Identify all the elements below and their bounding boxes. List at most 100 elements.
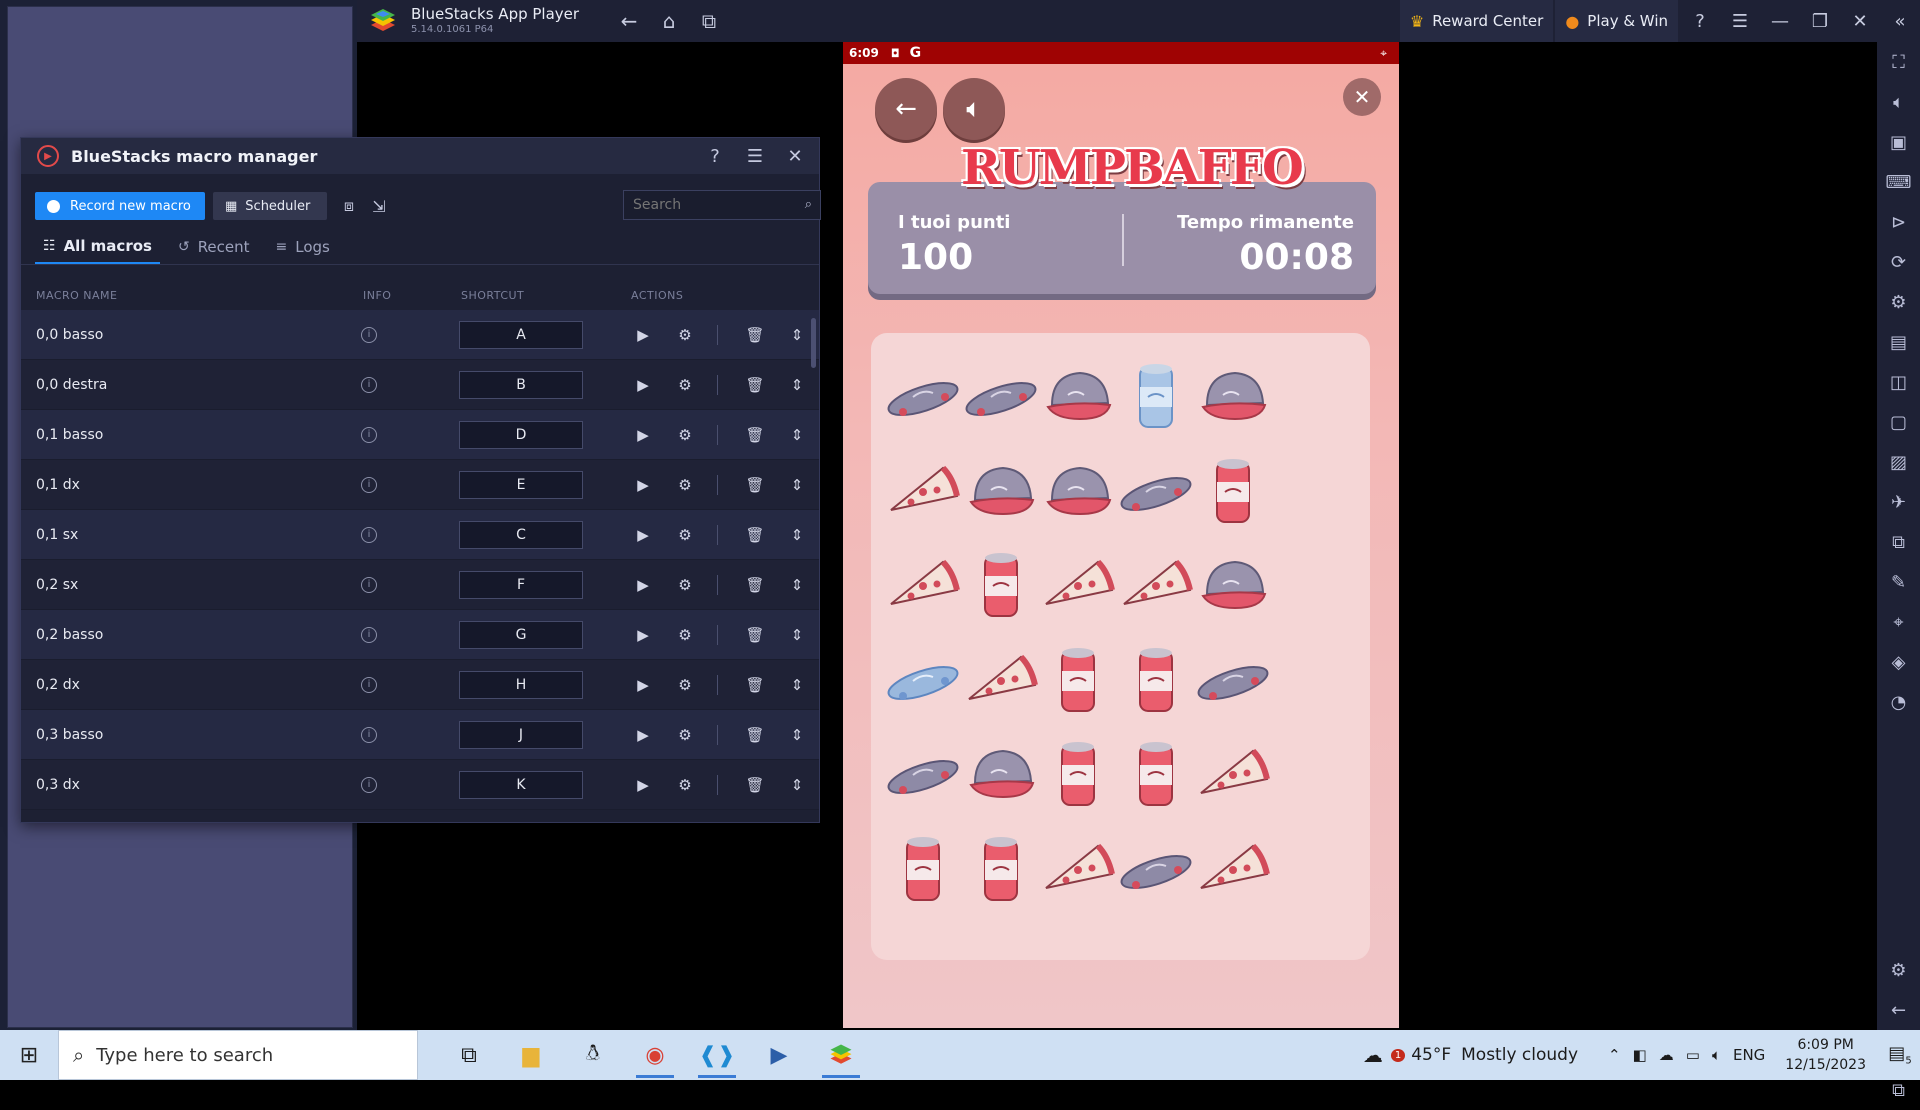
collapse-sidebar-icon[interactable]: «	[1880, 0, 1920, 42]
skateboard-icon[interactable]	[1193, 641, 1273, 721]
macro-play-icon[interactable]: ⊳	[1877, 202, 1920, 242]
settings-gear-icon[interactable]: ⚙	[675, 376, 695, 394]
delete-icon[interactable]: 🗑︎	[745, 726, 765, 744]
play-icon[interactable]: ▶	[633, 676, 653, 694]
macro-row[interactable]: 0,2 dx i H ▶ ⚙ 🗑︎ ⇕	[21, 660, 819, 710]
screenshot-icon[interactable]: ◫	[1877, 362, 1920, 402]
search-input[interactable]	[633, 197, 793, 213]
delete-icon[interactable]: 🗑︎	[745, 526, 765, 544]
import-macro-icon[interactable]: ⇲	[367, 194, 391, 218]
reorder-icon[interactable]: ⇕	[787, 626, 807, 644]
tab-all-macros[interactable]: ☷ All macros	[35, 230, 160, 264]
record-screen-icon[interactable]: ▢	[1877, 402, 1920, 442]
skateboard-icon[interactable]	[1116, 452, 1196, 532]
can-icon[interactable]	[961, 830, 1041, 910]
apk-icon[interactable]: ▤	[1877, 322, 1920, 362]
close-icon[interactable]: ✕	[1840, 0, 1880, 42]
scheduler-button[interactable]: ▦ Scheduler	[213, 192, 327, 220]
macro-row[interactable]: 0,3 dx i K ▶ ⚙ 🗑︎ ⇕	[21, 760, 819, 810]
macro-list-scrollbar[interactable]	[811, 318, 816, 368]
linux-penguin-icon[interactable]: 🐧︎	[562, 1030, 624, 1080]
play-icon[interactable]: ▶	[633, 576, 653, 594]
android-screen[interactable]: 6:09 ◘ G ⌖ ← 🔈︎ ✕ I tuoi punti 100 Tempo…	[843, 42, 1399, 1028]
chrome-icon[interactable]: ◉	[624, 1030, 686, 1080]
pizza-icon[interactable]	[961, 641, 1041, 721]
settings-gear-icon[interactable]: ⚙	[675, 476, 695, 494]
powershell-icon[interactable]: ▶	[748, 1030, 810, 1080]
pizza-icon[interactable]	[1193, 830, 1273, 910]
meet-icon[interactable]: ◧	[1633, 1046, 1647, 1064]
game-close-button[interactable]: ✕	[1343, 78, 1381, 116]
layers-icon[interactable]: ◈	[1877, 642, 1920, 682]
gallery-icon[interactable]: ▨	[1877, 442, 1920, 482]
reorder-icon[interactable]: ⇕	[787, 476, 807, 494]
game-board[interactable]	[871, 333, 1370, 960]
performance-icon[interactable]: ◔	[1877, 682, 1920, 722]
reorder-icon[interactable]: ⇕	[787, 776, 807, 794]
weather-widget[interactable]: ☁ 1 45°F Mostly cloudy	[1363, 1043, 1578, 1067]
shortcut-field[interactable]: B	[459, 370, 583, 399]
info-icon[interactable]: i	[361, 726, 377, 743]
can-icon[interactable]	[1116, 735, 1196, 815]
game-sound-button[interactable]: 🔈︎	[943, 78, 1005, 140]
file-explorer-icon[interactable]: ▆	[500, 1030, 562, 1080]
back-arrow-icon[interactable]: ←	[609, 0, 649, 42]
skateboard-icon[interactable]	[1116, 830, 1196, 910]
cap-icon[interactable]	[1193, 357, 1273, 437]
merge-macros-icon[interactable]: ⧈	[337, 194, 361, 218]
network-icon[interactable]: ▭	[1686, 1046, 1700, 1064]
windows-start-icon[interactable]: ⊞	[0, 1030, 58, 1080]
help-icon[interactable]: ?	[695, 146, 735, 167]
info-icon[interactable]: i	[361, 526, 377, 543]
play-icon[interactable]: ▶	[633, 776, 653, 794]
minimize-icon[interactable]: —	[1760, 0, 1800, 42]
macro-row[interactable]: 0,0 basso i A ▶ ⚙ 🗑︎ ⇕	[21, 310, 819, 360]
can-icon[interactable]	[1116, 641, 1196, 721]
show-hidden-icons-chevron-icon[interactable]: ⌃	[1608, 1046, 1621, 1064]
reorder-icon[interactable]: ⇕	[787, 426, 807, 444]
macro-row[interactable]: 0,1 sx i C ▶ ⚙ 🗑︎ ⇕	[21, 510, 819, 560]
can-icon[interactable]	[961, 546, 1041, 626]
settings-gear-icon[interactable]: ⚙	[675, 726, 695, 744]
menu-icon[interactable]: ☰	[735, 146, 775, 167]
search-field[interactable]: ⌕	[623, 190, 821, 220]
keyboard-icon[interactable]: ⌨	[1877, 162, 1920, 202]
android-back-icon[interactable]: ←	[1877, 990, 1920, 1030]
skateboard-icon[interactable]	[883, 735, 963, 815]
macro-row[interactable]: 0,2 basso i G ▶ ⚙ 🗑︎ ⇕	[21, 610, 819, 660]
cap-icon[interactable]	[1038, 357, 1118, 437]
bot-icon[interactable]: ⚙	[1877, 282, 1920, 322]
macro-row[interactable]: 0,3 basso i J ▶ ⚙ 🗑︎ ⇕	[21, 710, 819, 760]
delete-icon[interactable]: 🗑︎	[745, 576, 765, 594]
info-icon[interactable]: i	[361, 476, 377, 493]
info-icon[interactable]: i	[361, 326, 377, 343]
skateboard-icon[interactable]	[883, 357, 963, 437]
record-new-macro-button[interactable]: Record new macro	[35, 192, 205, 220]
airplane-icon[interactable]: ✈	[1877, 482, 1920, 522]
tab-recent[interactable]: ↺ Recent	[170, 230, 258, 264]
delete-icon[interactable]: 🗑︎	[745, 626, 765, 644]
macro-row[interactable]: 0,1 basso i D ▶ ⚙ 🗑︎ ⇕	[21, 410, 819, 460]
eco-mode-icon[interactable]: ✎	[1877, 562, 1920, 602]
macro-row[interactable]: 0,1 dx i E ▶ ⚙ 🗑︎ ⇕	[21, 460, 819, 510]
reorder-icon[interactable]: ⇕	[787, 376, 807, 394]
play-icon[interactable]: ▶	[633, 476, 653, 494]
cap-icon[interactable]	[1038, 452, 1118, 532]
media-icon[interactable]: ▣	[1877, 122, 1920, 162]
settings-gear-icon[interactable]: ⚙	[675, 676, 695, 694]
play-icon[interactable]: ▶	[633, 526, 653, 544]
can-icon[interactable]	[1193, 452, 1273, 532]
shortcut-field[interactable]: K	[459, 770, 583, 799]
shortcut-field[interactable]: J	[459, 720, 583, 749]
taskbar-search[interactable]: ⌕ Type here to search	[58, 1030, 418, 1080]
shortcut-field[interactable]: H	[459, 670, 583, 699]
reorder-icon[interactable]: ⇕	[787, 326, 807, 344]
cap-icon[interactable]	[961, 735, 1041, 815]
play-icon[interactable]: ▶	[633, 426, 653, 444]
vscode-icon[interactable]: ❰❱	[686, 1030, 748, 1080]
settings-gear-icon[interactable]: ⚙	[675, 576, 695, 594]
close-icon[interactable]: ✕	[775, 146, 815, 167]
play-and-win-button[interactable]: ● Play & Win	[1555, 0, 1678, 42]
rotate-icon[interactable]: ⟳	[1877, 242, 1920, 282]
cap-icon[interactable]	[1193, 546, 1273, 626]
